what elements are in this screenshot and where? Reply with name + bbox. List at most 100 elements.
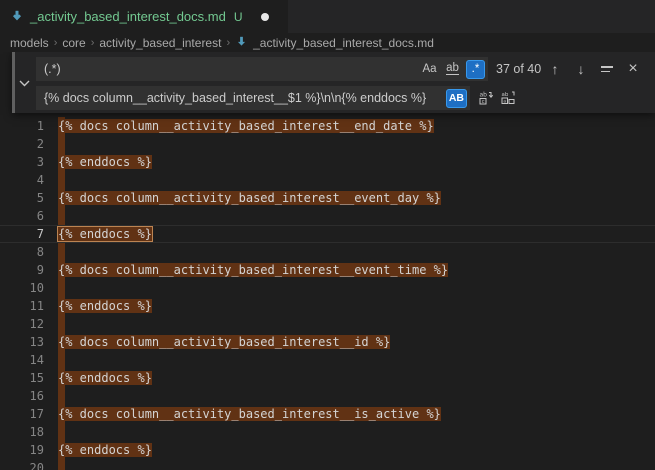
line-number: 17 xyxy=(0,405,44,423)
code-line-16[interactable]: 16 xyxy=(0,387,655,405)
line-content xyxy=(44,423,58,441)
breadcrumb-item-core[interactable]: core xyxy=(62,36,85,50)
match-case-button[interactable]: Aa xyxy=(420,60,439,79)
line-content: {% docs column__activity_based_interest_… xyxy=(44,189,441,207)
find-match-highlight: {% docs column__activity_based_interest_… xyxy=(58,191,441,205)
line-content: {% docs column__activity_based_interest_… xyxy=(44,333,390,351)
code-line-14[interactable]: 14 xyxy=(0,351,655,369)
find-row: (.*) Aa ab .* 37 of 40 ↑ ↓ xyxy=(36,57,641,81)
code-line-11[interactable]: 11{% enddocs %} xyxy=(0,297,655,315)
breadcrumb-item-models[interactable]: models xyxy=(10,36,49,50)
breadcrumb-separator: › xyxy=(226,37,230,49)
line-content: {% enddocs %} xyxy=(44,153,152,171)
find-match-highlight: {% enddocs %} xyxy=(58,443,152,457)
line-content: {% docs column__activity_based_interest_… xyxy=(44,405,441,423)
editor-pane[interactable]: 1{% docs column__activity_based_interest… xyxy=(0,52,655,470)
line-number: 13 xyxy=(0,333,44,351)
whole-word-button[interactable]: ab xyxy=(443,60,462,79)
code-line-15[interactable]: 15 {% enddocs %} xyxy=(0,369,655,387)
editor-lines: 1 {% docs column__activity_based_interest… xyxy=(0,117,655,470)
code-line-20[interactable]: 20 xyxy=(0,459,655,470)
code-line-10[interactable]: 10 xyxy=(0,279,655,297)
line-content: {% enddocs %} xyxy=(44,226,152,242)
code-line-19[interactable]: 19 {% enddocs %} xyxy=(0,441,655,459)
line-number: 7 xyxy=(0,226,44,242)
line-number: 6 xyxy=(0,207,44,225)
code-line-1[interactable]: 1 {% docs column__activity_based_interest… xyxy=(0,117,655,135)
tab-title: _activity_based_interest_docs.md xyxy=(30,9,226,24)
selection-icon xyxy=(601,66,613,72)
find-in-selection-button[interactable] xyxy=(599,60,615,78)
line-number: 3 xyxy=(0,153,44,171)
find-match-highlight: {% docs column__activity_based_interest_… xyxy=(58,407,441,421)
code-line-13[interactable]: 13 {% docs column__activity_based_interes… xyxy=(0,333,655,351)
line-content xyxy=(44,459,58,470)
close-find-button[interactable]: × xyxy=(625,60,641,78)
breadcrumb-item-activity-based-interest[interactable]: activity_based_interest xyxy=(99,36,221,50)
code-line-6[interactable]: 6 xyxy=(0,207,655,225)
find-input[interactable]: (.*) Aa ab .* xyxy=(36,57,488,81)
code-line-18[interactable]: 18 xyxy=(0,423,655,441)
regex-button[interactable]: .* xyxy=(466,60,485,79)
line-content: {% enddocs %} xyxy=(44,441,152,459)
line-content xyxy=(44,243,58,261)
find-input-value: (.*) xyxy=(44,62,420,76)
resize-sash[interactable] xyxy=(12,52,15,113)
code-line-7[interactable]: 7 {% enddocs %} xyxy=(0,225,655,243)
line-number: 20 xyxy=(0,459,44,470)
line-number: 11 xyxy=(0,297,44,315)
code-line-5[interactable]: 5 {% docs column__activity_based_interest… xyxy=(0,189,655,207)
tab-bar: _activity_based_interest_docs.md U xyxy=(0,0,655,33)
find-match-highlight: {% docs column__activity_based_interest_… xyxy=(58,335,390,349)
line-number: 12 xyxy=(0,315,44,333)
line-number: 5 xyxy=(0,189,44,207)
line-number: 18 xyxy=(0,423,44,441)
code-line-2[interactable]: 2 xyxy=(0,135,655,153)
preserve-case-button[interactable]: AB xyxy=(446,89,467,108)
replace-input-value: {% docs column__activity_based_interest_… xyxy=(44,91,446,105)
toggle-replace-button[interactable] xyxy=(12,52,36,113)
breadcrumb-separator: › xyxy=(91,37,95,49)
code-line-17[interactable]: 17 {% docs column__activity_based_interes… xyxy=(0,405,655,423)
previous-match-button[interactable]: ↑ xyxy=(547,60,563,78)
whole-word-label: ab xyxy=(446,63,459,75)
tab-active-file[interactable]: _activity_based_interest_docs.md U xyxy=(0,0,288,33)
line-number: 19 xyxy=(0,441,44,459)
find-match-highlight: {% enddocs %} xyxy=(58,227,152,241)
svg-text:a: a xyxy=(503,99,506,104)
code-line-9[interactable]: 9{% docs column__activity_based_interest… xyxy=(0,261,655,279)
line-content xyxy=(44,171,58,189)
find-match-highlight: {% docs column__activity_based_interest_… xyxy=(58,119,434,133)
line-content: {% enddocs %} xyxy=(44,369,152,387)
replace-input[interactable]: {% docs column__activity_based_interest_… xyxy=(36,86,470,110)
find-match-highlight: {% enddocs %} xyxy=(58,371,152,385)
line-number: 16 xyxy=(0,387,44,405)
markdown-file-icon xyxy=(10,10,24,24)
find-replace-widget: (.*) Aa ab .* 37 of 40 ↑ ↓ xyxy=(12,52,655,113)
replace-all-button[interactable]: ab a xyxy=(500,90,516,106)
next-match-button[interactable]: ↓ xyxy=(573,60,589,78)
code-line-12[interactable]: 12 xyxy=(0,315,655,333)
results-count: 37 of 40 xyxy=(496,62,541,76)
line-content xyxy=(44,135,58,153)
replace-button[interactable]: ab c xyxy=(478,90,494,106)
line-content xyxy=(44,315,58,333)
line-content xyxy=(44,351,58,369)
svg-text:ab: ab xyxy=(480,92,488,99)
line-content: {% enddocs %} xyxy=(44,297,152,315)
line-number: 2 xyxy=(0,135,44,153)
chevron-down-icon xyxy=(19,74,30,92)
svg-text:ab: ab xyxy=(502,92,509,98)
code-line-3[interactable]: 3{% enddocs %} xyxy=(0,153,655,171)
replace-all-icon: ab a xyxy=(500,90,516,106)
line-content xyxy=(44,387,58,405)
breadcrumb-item-file[interactable]: _activity_based_interest_docs.md xyxy=(253,36,434,50)
line-number: 1 xyxy=(0,117,44,135)
markdown-file-icon xyxy=(235,36,248,49)
modified-dot-icon[interactable] xyxy=(261,13,269,21)
code-line-8[interactable]: 8 xyxy=(0,243,655,261)
code-line-4[interactable]: 4 xyxy=(0,171,655,189)
replace-row: {% docs column__activity_based_interest_… xyxy=(36,86,641,110)
line-number: 15 xyxy=(0,369,44,387)
replace-icon: ab c xyxy=(478,90,494,106)
